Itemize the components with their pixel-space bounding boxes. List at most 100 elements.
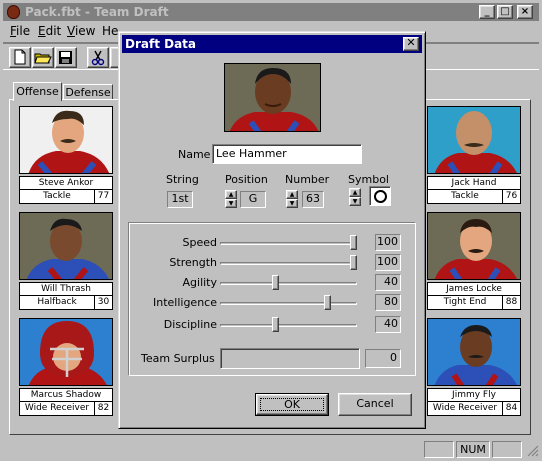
circle-symbol-icon bbox=[374, 190, 387, 203]
menu-edit[interactable]: Edit bbox=[38, 24, 61, 38]
slider-thumb[interactable] bbox=[272, 275, 279, 290]
open-folder-icon[interactable] bbox=[32, 47, 54, 68]
player-number: 30 bbox=[94, 296, 113, 310]
attribute-label: Speed bbox=[182, 236, 217, 249]
player-portrait bbox=[19, 318, 113, 386]
symbol-preview bbox=[369, 186, 391, 206]
status-pane-caps bbox=[424, 441, 454, 458]
window-title: Pack.fbt - Team Draft bbox=[25, 5, 169, 19]
attribute-label: Discipline bbox=[163, 318, 217, 331]
slider-thumb[interactable] bbox=[324, 295, 331, 310]
maximize-button[interactable]: □ bbox=[497, 5, 513, 19]
player-position: Halfback bbox=[19, 296, 95, 310]
number-spinner[interactable]: ▲ ▼ bbox=[286, 190, 298, 208]
slider-track[interactable] bbox=[220, 302, 357, 305]
player-card[interactable]: Steve Ankor Tackle 77 bbox=[17, 104, 115, 210]
draft-data-dialog: Draft Data ✕ Name Lee Hammer String 1st … bbox=[118, 31, 426, 429]
player-name: Marcus Shadow bbox=[19, 388, 113, 402]
player-card[interactable]: Jimmy Fly Wide Receiver 84 bbox=[425, 316, 523, 422]
slider-track[interactable] bbox=[220, 282, 357, 285]
status-bar: NUM bbox=[3, 440, 539, 459]
player-card[interactable]: James Locke Tight End 88 bbox=[425, 210, 523, 316]
attribute-value: 80 bbox=[375, 294, 401, 311]
slider-thumb[interactable] bbox=[272, 317, 279, 332]
player-card[interactable]: Marcus Shadow Wide Receiver 82 bbox=[17, 316, 115, 422]
name-input[interactable]: Lee Hammer bbox=[212, 144, 362, 164]
player-name: Will Thrash bbox=[19, 282, 113, 296]
attribute-value: 40 bbox=[375, 316, 401, 333]
attribute-row: Strength 100 bbox=[129, 254, 417, 271]
spin-up-icon[interactable]: ▲ bbox=[225, 190, 237, 199]
spin-up-icon[interactable]: ▲ bbox=[349, 188, 361, 197]
ok-button-label: OK bbox=[256, 394, 328, 415]
attribute-value: 40 bbox=[375, 274, 401, 291]
attribute-label: Agility bbox=[182, 276, 218, 289]
slider-track[interactable] bbox=[220, 262, 357, 265]
player-name: Jimmy Fly bbox=[427, 388, 521, 402]
team-surplus-value: 0 bbox=[365, 349, 401, 368]
position-value: G bbox=[240, 191, 266, 208]
spin-down-icon[interactable]: ▼ bbox=[349, 197, 361, 206]
attribute-label: Intelligence bbox=[152, 296, 217, 309]
resize-grip-icon[interactable] bbox=[527, 445, 539, 457]
slider-track[interactable] bbox=[220, 324, 357, 327]
player-name: Jack Hand bbox=[427, 176, 521, 190]
symbol-spinner[interactable]: ▲ ▼ bbox=[349, 188, 361, 206]
attribute-row: Intelligence 80 bbox=[129, 294, 417, 311]
symbol-label: Symbol bbox=[348, 173, 389, 186]
player-position: Wide Receiver bbox=[19, 402, 95, 416]
slider-thumb[interactable] bbox=[350, 255, 357, 270]
dialog-close-button[interactable]: ✕ bbox=[403, 37, 419, 51]
player-number: 82 bbox=[94, 402, 113, 416]
spin-down-icon[interactable]: ▼ bbox=[225, 199, 237, 208]
player-number: 77 bbox=[94, 190, 113, 204]
player-card[interactable]: Jack Hand Tackle 76 bbox=[425, 104, 523, 210]
player-position: Tight End bbox=[427, 296, 503, 310]
string-label: String bbox=[166, 173, 199, 186]
close-button[interactable]: × bbox=[517, 5, 533, 19]
player-portrait bbox=[427, 106, 521, 174]
attribute-row: Discipline 40 bbox=[129, 316, 417, 333]
tab-defense[interactable]: Defense bbox=[63, 84, 113, 100]
position-spinner[interactable]: ▲ ▼ bbox=[225, 190, 237, 208]
number-label: Number bbox=[285, 173, 330, 186]
player-portrait bbox=[19, 212, 113, 280]
position-label: Position bbox=[225, 173, 268, 186]
main-title-bar: Pack.fbt - Team Draft _ □ × bbox=[3, 3, 539, 21]
football-app-icon bbox=[7, 5, 20, 19]
player-position: Tackle bbox=[19, 190, 95, 204]
new-file-icon[interactable] bbox=[9, 47, 31, 68]
minimize-button[interactable]: _ bbox=[479, 5, 495, 19]
player-number: 88 bbox=[502, 296, 521, 310]
player-position: Wide Receiver bbox=[427, 402, 503, 416]
slider-track[interactable] bbox=[220, 242, 357, 245]
string-value: 1st bbox=[167, 191, 193, 208]
save-disk-icon[interactable] bbox=[55, 47, 77, 68]
dialog-title: Draft Data bbox=[125, 37, 197, 51]
cut-scissors-icon[interactable] bbox=[87, 47, 109, 68]
cancel-button[interactable]: Cancel bbox=[338, 393, 412, 416]
dialog-title-bar: Draft Data ✕ bbox=[122, 35, 422, 53]
name-label: Name bbox=[178, 148, 211, 161]
ok-button[interactable]: OK bbox=[255, 393, 329, 416]
attributes-group: Speed 100 Strength 100 Agility 40 Intell… bbox=[128, 222, 416, 376]
attribute-row: Agility 40 bbox=[129, 274, 417, 291]
draftee-portrait bbox=[224, 63, 321, 132]
tab-offense[interactable]: Offense bbox=[13, 82, 62, 101]
player-portrait bbox=[427, 212, 521, 280]
player-number: 84 bbox=[502, 402, 521, 416]
menu-help[interactable]: He bbox=[102, 24, 118, 38]
player-card[interactable]: Will Thrash Halfback 30 bbox=[17, 210, 115, 316]
attribute-row: Speed 100 bbox=[129, 234, 417, 251]
menu-file[interactable]: File bbox=[10, 24, 30, 38]
number-value: 63 bbox=[302, 191, 324, 208]
player-position: Tackle bbox=[427, 190, 503, 204]
player-number: 76 bbox=[502, 190, 521, 204]
slider-thumb[interactable] bbox=[350, 235, 357, 250]
spin-up-icon[interactable]: ▲ bbox=[286, 190, 298, 199]
status-pane-scroll bbox=[492, 441, 522, 458]
team-surplus-bar bbox=[220, 348, 360, 369]
spin-down-icon[interactable]: ▼ bbox=[286, 199, 298, 208]
player-portrait bbox=[427, 318, 521, 386]
menu-view[interactable]: View bbox=[67, 24, 95, 38]
